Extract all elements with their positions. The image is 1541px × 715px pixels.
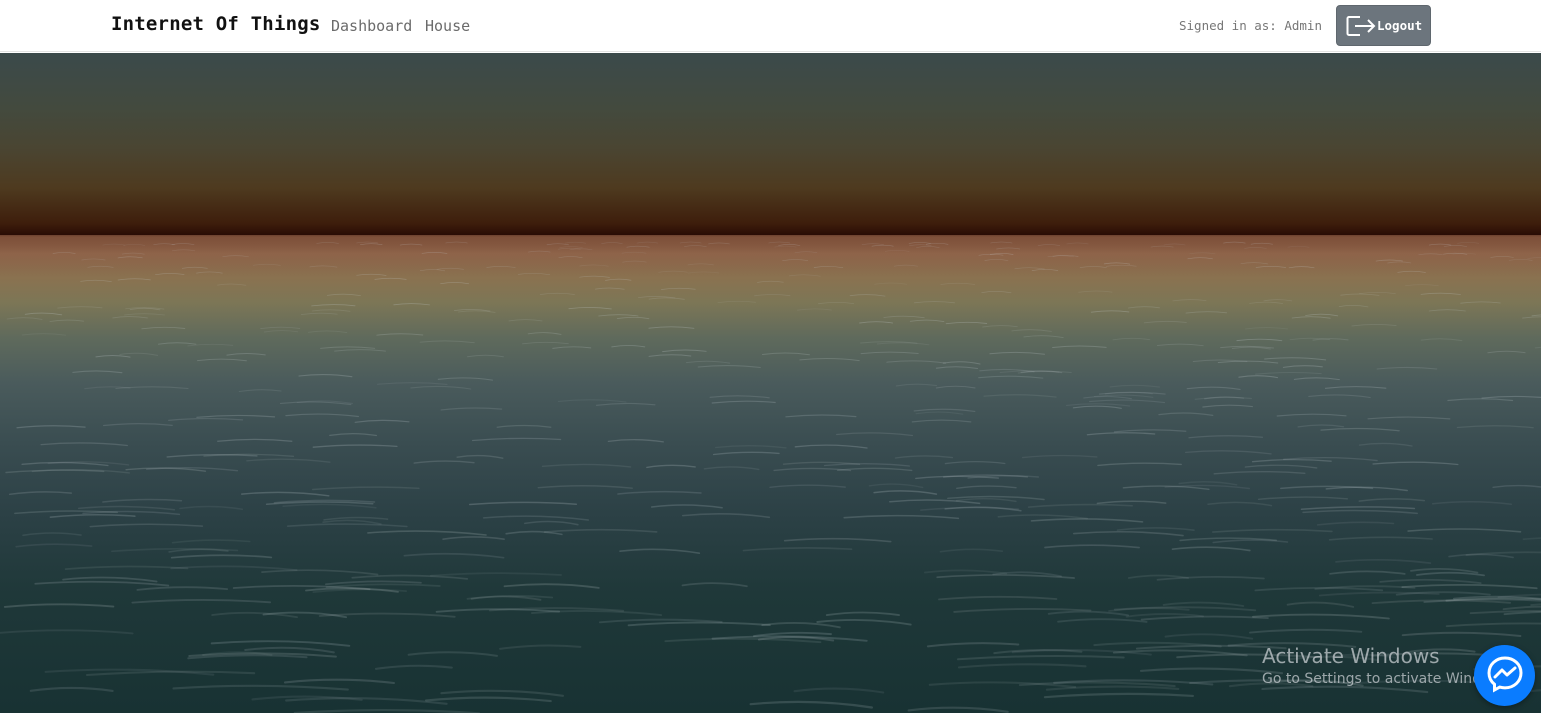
brand-title[interactable]: Internet Of Things — [111, 13, 321, 35]
top-navbar: Internet Of Things Dashboard House Signe… — [0, 0, 1541, 52]
ocean-scene-canvas[interactable] — [0, 53, 1541, 713]
nav-link-dashboard[interactable]: Dashboard — [331, 17, 412, 35]
signed-in-text: Signed in as: Admin — [1179, 18, 1322, 33]
messenger-chat-button[interactable] — [1474, 645, 1535, 706]
logout-label: Logout — [1377, 18, 1423, 33]
nav-link-house[interactable]: House — [425, 17, 470, 35]
logout-button[interactable]: Logout — [1336, 5, 1431, 46]
ocean-waves — [0, 235, 1541, 713]
logout-icon — [1346, 14, 1376, 38]
messenger-icon — [1485, 654, 1525, 698]
